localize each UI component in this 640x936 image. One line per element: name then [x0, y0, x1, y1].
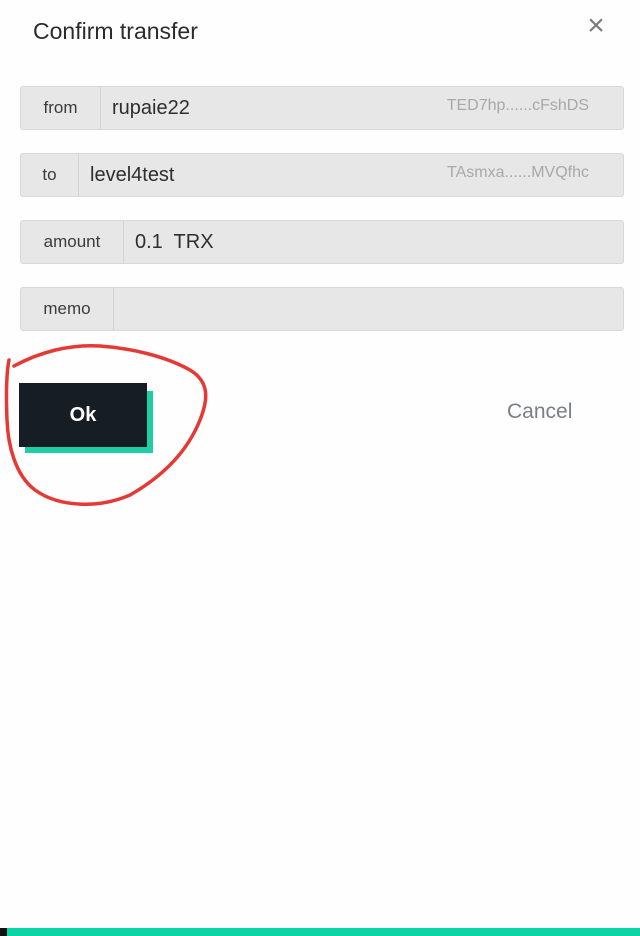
from-label: from: [21, 87, 101, 129]
from-row: from rupaie22 TED7hp......cFshDS: [20, 86, 624, 130]
to-value: level4test TAsmxa......MVQfhc: [79, 154, 623, 196]
bottom-accent-bar: [0, 928, 640, 936]
to-label: to: [21, 154, 79, 196]
amount-row: amount 0.1 TRX: [20, 220, 624, 264]
amount-text: 0.1 TRX: [135, 230, 214, 253]
from-account: rupaie22: [112, 96, 190, 119]
to-account: level4test: [90, 163, 175, 186]
red-circle-annotation: [4, 343, 208, 506]
close-icon[interactable]: ×: [584, 11, 608, 41]
to-address: TAsmxa......MVQfhc: [447, 164, 589, 182]
to-row: to level4test TAsmxa......MVQfhc: [20, 153, 624, 197]
cancel-button[interactable]: Cancel: [507, 400, 572, 424]
memo-row: memo: [20, 287, 624, 331]
memo-label: memo: [21, 288, 114, 330]
amount-label: amount: [21, 221, 124, 263]
from-value: rupaie22 TED7hp......cFshDS: [101, 87, 623, 129]
memo-input[interactable]: [114, 288, 623, 330]
annotation-stroke: [4, 343, 208, 506]
amount-value: 0.1 TRX: [124, 221, 623, 263]
dialog-title: Confirm transfer: [33, 18, 198, 44]
bottom-bar-left-mark: [0, 928, 7, 936]
from-address: TED7hp......cFshDS: [446, 97, 589, 115]
